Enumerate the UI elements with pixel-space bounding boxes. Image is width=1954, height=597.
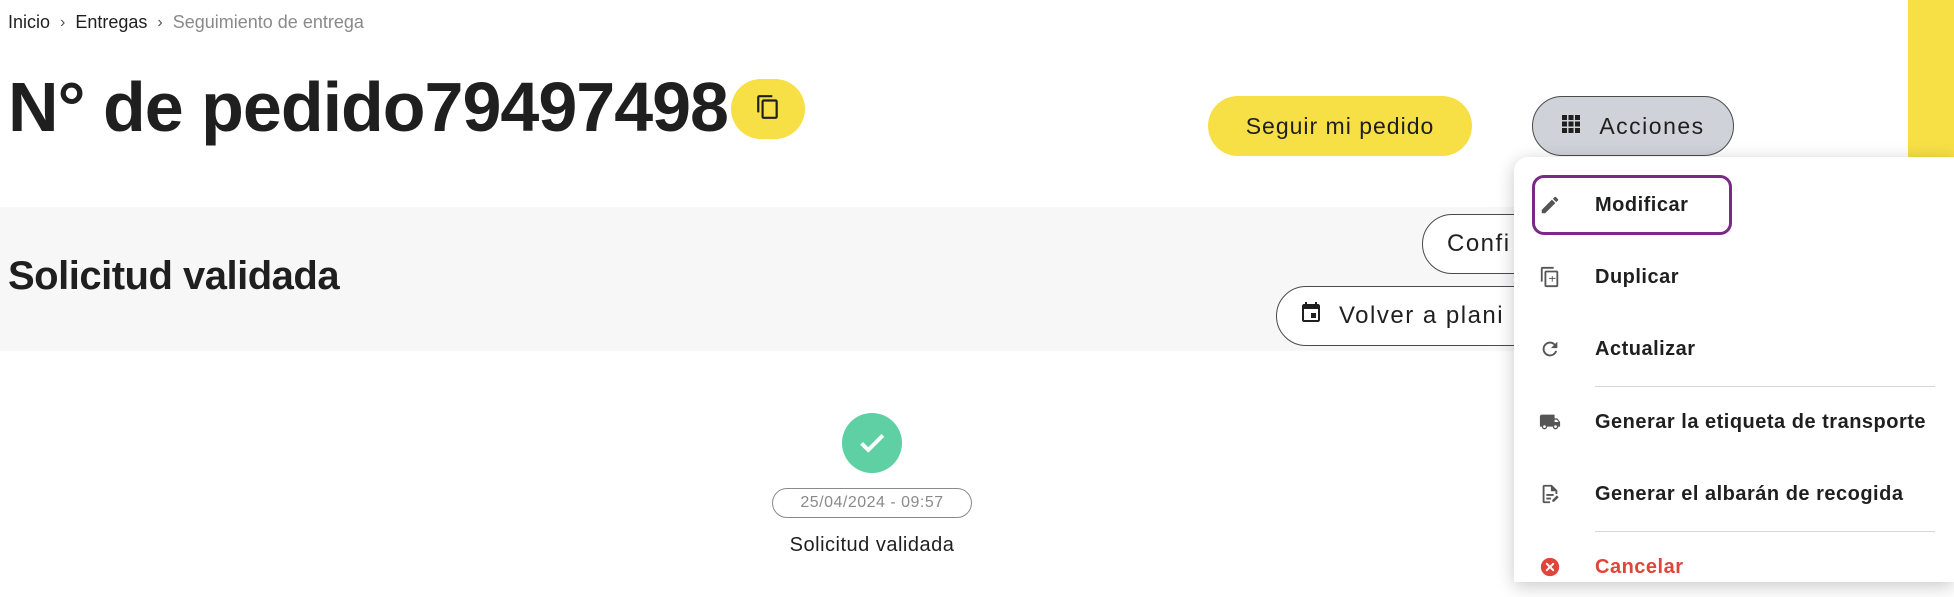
- breadcrumb-item-entregas[interactable]: Entregas: [75, 12, 147, 33]
- copy-icon: [755, 93, 781, 126]
- refresh-icon: [1538, 337, 1562, 361]
- confirm-button-label: Confi: [1447, 230, 1511, 257]
- truck-icon: [1538, 410, 1562, 434]
- cancel-icon: [1538, 555, 1562, 579]
- status-title: Solicitud validada: [8, 254, 340, 298]
- menu-item-label: Duplicar: [1595, 265, 1680, 288]
- menu-item-label: Actualizar: [1595, 337, 1696, 360]
- document-edit-icon: [1538, 482, 1562, 506]
- menu-item-label: Generar la etiqueta de transporte: [1595, 410, 1927, 433]
- follow-order-button[interactable]: Seguir mi pedido: [1208, 96, 1472, 156]
- calendar-icon: [1299, 300, 1323, 333]
- chevron-right-icon: ›: [60, 13, 66, 31]
- copy-order-number-button[interactable]: [731, 79, 805, 139]
- menu-divider: [1595, 531, 1935, 532]
- breadcrumb-item-current: Seguimiento de entrega: [172, 12, 364, 32]
- focus-ring: [1532, 175, 1732, 235]
- actions-button[interactable]: Acciones: [1532, 96, 1734, 156]
- menu-item-label: Cancelar: [1595, 555, 1684, 578]
- grid-icon: [1561, 113, 1581, 140]
- duplicate-icon: [1538, 265, 1562, 289]
- actions-menu: Modificar Duplicar Actualizar Generar la…: [1514, 157, 1954, 582]
- check-icon: [842, 413, 902, 473]
- menu-item-etiqueta-transporte[interactable]: Generar la etiqueta de transporte: [1514, 392, 1954, 452]
- menu-item-duplicar[interactable]: Duplicar: [1514, 247, 1954, 307]
- replan-button-label: Volver a plani: [1339, 302, 1505, 329]
- menu-item-cancelar[interactable]: Cancelar: [1514, 537, 1954, 597]
- menu-item-label: Generar el albarán de recogida: [1595, 482, 1904, 505]
- page-title: N° de pedido79497498: [8, 68, 729, 146]
- breadcrumb-item-inicio[interactable]: Inicio: [8, 12, 50, 33]
- chevron-right-icon: ›: [157, 13, 163, 31]
- menu-divider: [1595, 386, 1935, 387]
- timeline-step-label: Solicitud validada: [789, 534, 955, 556]
- side-accent-bar: [1908, 0, 1954, 160]
- menu-item-actualizar[interactable]: Actualizar: [1514, 319, 1954, 379]
- menu-item-albaran-recogida[interactable]: Generar el albarán de recogida: [1514, 464, 1954, 524]
- actions-button-label: Acciones: [1599, 112, 1705, 139]
- timeline-date-badge: 25/04/2024 - 09:57: [772, 488, 972, 518]
- breadcrumb: Inicio › Entregas › Seguimiento de entre…: [8, 12, 364, 33]
